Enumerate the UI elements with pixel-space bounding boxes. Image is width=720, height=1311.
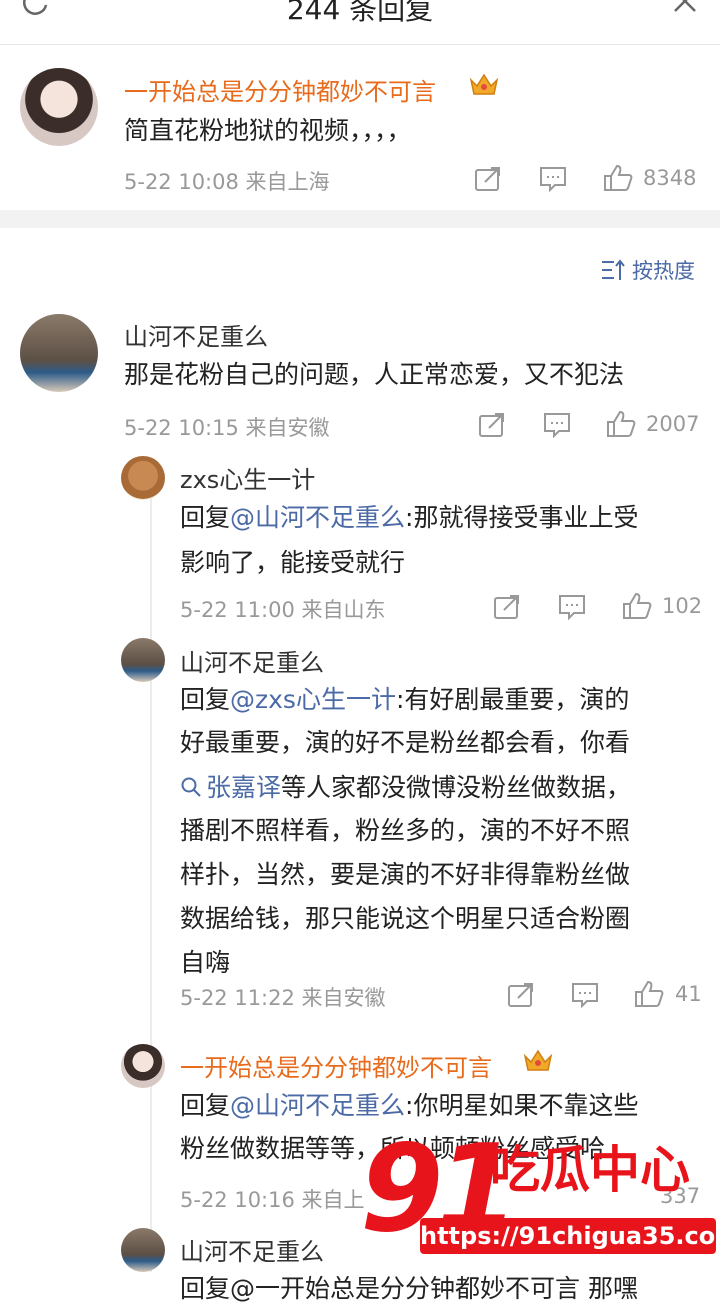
root-like-count: 8348 — [643, 166, 697, 190]
comment-icon[interactable] — [558, 594, 586, 620]
reply-like-count: 41 — [675, 982, 702, 1006]
reply-text-line: 等人家都没微博没粉丝做数据， — [281, 773, 632, 802]
comment-icon[interactable] — [539, 166, 567, 192]
reply-avatar[interactable] — [121, 456, 165, 500]
reply-like-count: 102 — [662, 594, 703, 618]
reply-text-line: :有好剧最重要，演的 — [395, 685, 630, 714]
reply-text-line: 样扑，当然，要是演的不好非得靠粉丝做 — [180, 860, 631, 889]
topic-label[interactable]: 张嘉译 — [206, 773, 281, 802]
reply-like-count: 2007 — [646, 412, 700, 436]
mention-link[interactable]: @山河不足重么 — [230, 1091, 405, 1120]
reply-prefix: 回复 — [180, 685, 231, 714]
reply-text-line: :你明星如果不靠这些 — [405, 1091, 639, 1120]
reply-meta: 5-22 11:22 来自安徽 — [180, 986, 386, 1010]
share-icon[interactable] — [507, 982, 535, 1008]
comment-icon[interactable] — [543, 412, 571, 438]
reply-author-name[interactable]: 山河不足重么 — [180, 643, 324, 678]
like-icon[interactable] — [603, 164, 633, 192]
reply-text-line: 影响了，能接受就行 — [180, 548, 406, 577]
like-icon[interactable] — [606, 410, 636, 438]
reply-text: 那是花粉自己的问题，人正常恋爱，又不犯法 — [124, 360, 625, 389]
sort-by-hot-button[interactable]: 按热度 — [632, 255, 695, 285]
mention-link[interactable]: @山河不足重么 — [230, 503, 405, 532]
reply-prefix: 回复 — [180, 503, 231, 532]
reply-author-name[interactable]: 山河不足重么 — [124, 317, 268, 352]
like-icon[interactable] — [622, 592, 652, 620]
root-author-name[interactable]: 一开始总是分分钟都妙不可言 — [124, 72, 436, 107]
reply-author-name[interactable]: zxs心生一计 — [180, 460, 315, 495]
root-author-avatar[interactable] — [20, 68, 98, 146]
close-icon[interactable] — [670, 0, 700, 16]
page-title: 244 条回复 — [286, 0, 434, 26]
reply-text: 回复@山河不足重么:那就得接受事业上受 — [180, 495, 638, 540]
reply-author-name[interactable]: 山河不足重么 — [180, 1232, 324, 1267]
watermark-url: https://91chigua35.com — [420, 1218, 720, 1254]
reply-author-name[interactable]: 一开始总是分分钟都妙不可言 — [180, 1048, 492, 1083]
reply-text: 张嘉译等人家都没微博没粉丝做数据， — [180, 765, 631, 812]
reply-text-line: 播剧不照样看，粉丝多的，演的不好不照 — [180, 816, 631, 845]
reply-prefix: 回复 — [180, 1091, 231, 1120]
search-icon — [180, 767, 202, 812]
share-icon[interactable] — [474, 166, 502, 192]
vip-crown-icon — [522, 1048, 554, 1074]
thread-connector — [150, 462, 152, 1272]
reply-text: 回复@zxs心生一计:有好剧最重要，演的 — [180, 677, 629, 722]
like-icon[interactable] — [634, 980, 664, 1008]
reply-avatar[interactable] — [20, 314, 98, 392]
section-divider — [0, 210, 720, 228]
reply-meta: 5-22 10:15 来自安徽 — [124, 416, 330, 440]
root-comment-meta: 5-22 10:08 来自上海 — [124, 170, 330, 194]
reply-text-line: 自嗨 — [180, 948, 231, 977]
reply-text-line: 数据给钱，那只能说这个明星只适合粉圈 — [180, 904, 631, 933]
top-bar: 244 条回复 — [0, 0, 720, 45]
site-watermark: 91 吃瓜中心 https://91chigua35.com — [350, 1120, 720, 1280]
watermark-text: 吃瓜中心 — [490, 1141, 690, 1199]
reply-avatar[interactable] — [121, 1044, 165, 1088]
reply-avatar[interactable] — [121, 1228, 165, 1272]
reply-avatar[interactable] — [121, 638, 165, 682]
reply-meta: 5-22 11:00 来自山东 — [180, 598, 386, 622]
mention-link[interactable]: @zxs心生一计 — [230, 685, 396, 714]
share-icon[interactable] — [493, 594, 521, 620]
topic-link[interactable]: 张嘉译 — [180, 773, 281, 802]
comment-icon[interactable] — [571, 982, 599, 1008]
reply-meta: 5-22 10:16 来自上 — [180, 1188, 365, 1212]
vip-crown-icon — [468, 72, 500, 98]
reply-text-line: 好最重要，演的好不是粉丝都会看，你看 — [180, 728, 631, 757]
root-comment-text: 简直花粉地狱的视频，，，， — [124, 116, 412, 145]
share-icon[interactable] — [478, 412, 506, 438]
reply-text-line: :那就得接受事业上受 — [405, 503, 639, 532]
sort-icon[interactable] — [600, 258, 626, 282]
